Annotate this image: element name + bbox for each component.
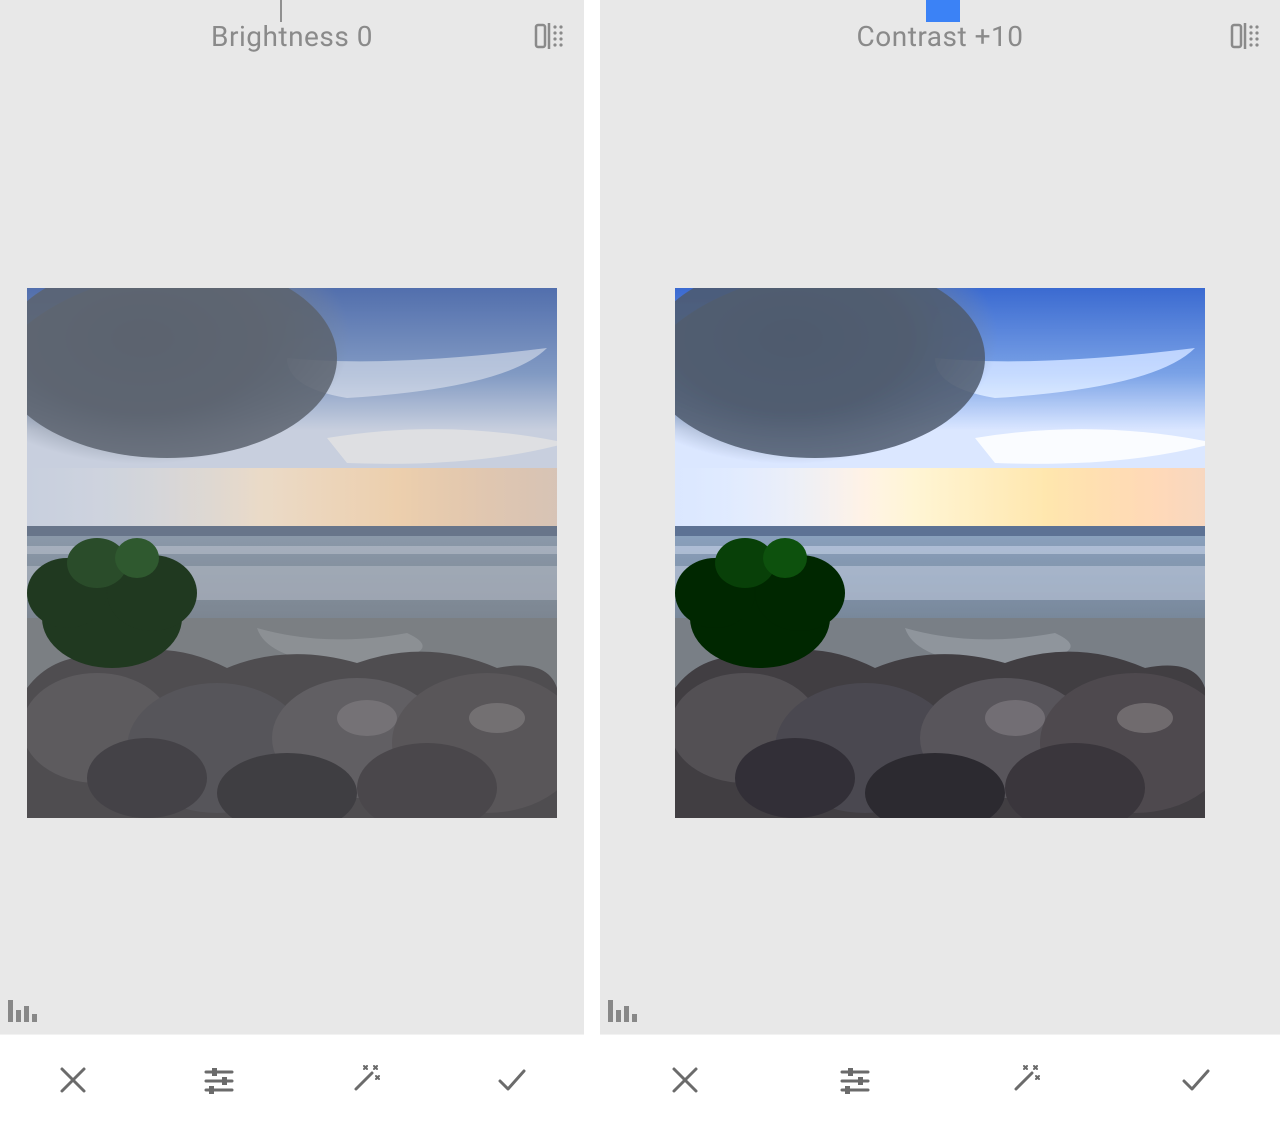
tune-button[interactable]	[830, 1055, 880, 1105]
adjustment-title: Contrast +10	[857, 20, 1024, 53]
cancel-button[interactable]	[48, 1055, 98, 1105]
auto-enhance-button[interactable]	[1000, 1055, 1050, 1105]
editor-pane-left: Brightness 0	[0, 0, 584, 1124]
histogram-button[interactable]	[8, 996, 38, 1024]
bottom-toolbar	[0, 1034, 584, 1124]
editor-pane-right: Contrast +10	[600, 0, 1280, 1124]
histogram-button[interactable]	[608, 996, 638, 1024]
adjustment-title: Brightness 0	[211, 20, 373, 53]
image-stage[interactable]	[0, 72, 584, 1034]
image-stage[interactable]	[600, 72, 1280, 1034]
tune-button[interactable]	[194, 1055, 244, 1105]
bottom-toolbar	[600, 1034, 1280, 1124]
apply-button[interactable]	[1170, 1055, 1220, 1105]
apply-button[interactable]	[486, 1055, 536, 1105]
photo-preview	[675, 288, 1205, 818]
compare-button[interactable]	[532, 21, 566, 51]
auto-enhance-button[interactable]	[340, 1055, 390, 1105]
cancel-button[interactable]	[660, 1055, 710, 1105]
compare-button[interactable]	[1228, 21, 1262, 51]
pane-separator	[584, 0, 600, 1124]
photo-preview	[27, 288, 557, 818]
